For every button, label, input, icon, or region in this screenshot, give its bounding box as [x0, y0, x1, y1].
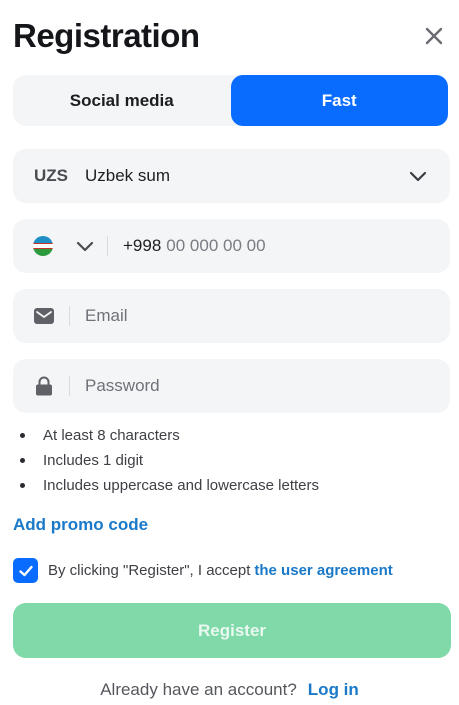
- login-link[interactable]: Log in: [308, 680, 359, 700]
- currency-name: Uzbek sum: [85, 166, 171, 185]
- list-item: Includes uppercase and lowercase letters: [20, 473, 319, 498]
- password-input-placeholder[interactable]: Password: [85, 376, 160, 396]
- phone-country-code: +998: [123, 236, 162, 255]
- chevron-down-icon: [408, 166, 428, 186]
- divider: [107, 236, 108, 256]
- login-prompt-text: Already have an account?: [100, 680, 297, 699]
- currency-select[interactable]: UZS Uzbek sum: [13, 149, 450, 203]
- envelope-icon: [34, 306, 54, 326]
- list-item: At least 8 characters: [20, 423, 319, 448]
- password-field[interactable]: Password: [13, 359, 450, 413]
- list-item: Includes 1 digit: [20, 448, 319, 473]
- password-rules-list: At least 8 characters Includes 1 digit I…: [20, 423, 319, 498]
- close-button[interactable]: [420, 22, 448, 50]
- phone-field[interactable]: +998 00 000 00 00: [13, 219, 450, 273]
- lock-icon: [34, 376, 54, 396]
- user-agreement-link[interactable]: the user agreement: [254, 562, 392, 579]
- tab-social-media[interactable]: Social media: [13, 75, 231, 126]
- registration-tabs: Social media Fast: [13, 75, 448, 126]
- agreement-checkbox[interactable]: [13, 558, 38, 583]
- close-icon: [425, 27, 443, 45]
- currency-code: UZS: [34, 166, 68, 185]
- email-field[interactable]: Email: [13, 289, 450, 343]
- divider: [69, 376, 70, 396]
- register-button[interactable]: Register: [13, 603, 451, 658]
- phone-input-placeholder[interactable]: 00 000 00 00: [166, 236, 265, 256]
- header: Registration: [13, 14, 446, 58]
- country-chevron-down-icon[interactable]: [75, 236, 95, 256]
- uzbekistan-flag-icon[interactable]: [33, 236, 53, 256]
- checkmark-icon: [18, 565, 33, 576]
- page-title: Registration: [13, 17, 200, 54]
- divider: [69, 306, 70, 326]
- add-promo-code-link[interactable]: Add promo code: [13, 515, 148, 535]
- tab-fast[interactable]: Fast: [230, 75, 448, 126]
- email-input-placeholder[interactable]: Email: [85, 306, 128, 326]
- agreement-text: By clicking "Register", I accept: [48, 562, 251, 579]
- footer: Already have an account? Log in: [0, 680, 459, 700]
- agreement-row: By clicking "Register", I accept the use…: [13, 558, 393, 583]
